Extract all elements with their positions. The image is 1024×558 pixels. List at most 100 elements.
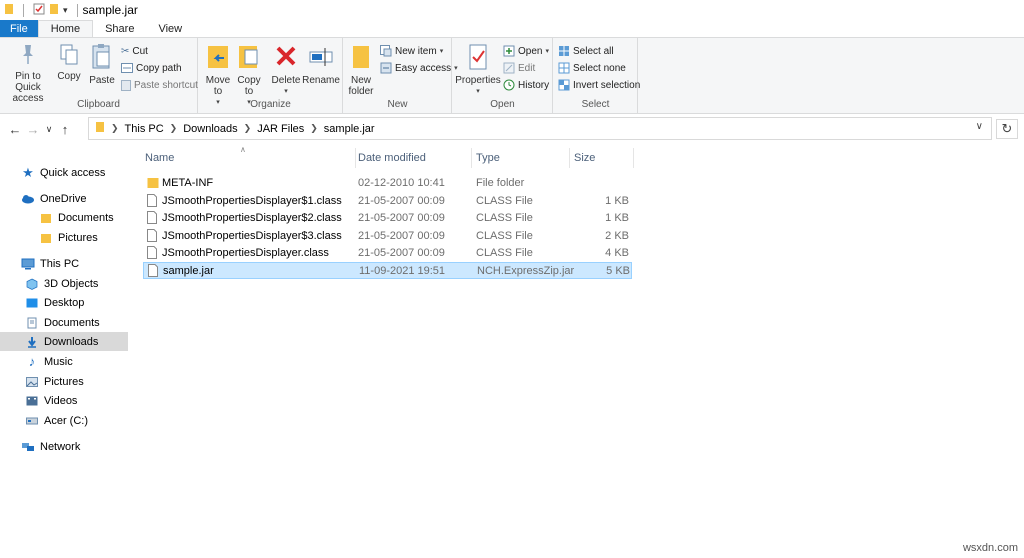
file-name: JSmoothPropertiesDisplayer$1.class <box>162 195 342 207</box>
column-header-type[interactable]: Type <box>474 148 569 168</box>
easy-access-button[interactable]: Easy access ▾ <box>380 61 458 75</box>
clipboard-group: Pin to Quick access Copy Paste ✂ Cut Cop… <box>0 38 198 114</box>
nav-quick-access[interactable]: ★ Quick access <box>0 163 128 182</box>
film-icon <box>24 394 40 408</box>
file-row[interactable]: sample.jar 11-09-2021 19:51 NCH.ExpressZ… <box>143 262 632 279</box>
file-row[interactable]: JSmoothPropertiesDisplayer.class 21-05-2… <box>143 245 632 262</box>
file-type: File folder <box>476 177 525 189</box>
column-divider[interactable] <box>633 148 634 168</box>
open-button[interactable]: Open ▾ <box>503 44 549 58</box>
properties-checkbox-icon[interactable] <box>33 3 45 18</box>
tab-file[interactable]: File <box>0 20 38 37</box>
nav-label: Music <box>44 355 73 368</box>
properties-button[interactable]: Properties ▾ <box>455 42 501 97</box>
breadcrumb-chevron-icon[interactable]: ❯ <box>111 123 119 134</box>
file-name: sample.jar <box>163 265 214 277</box>
ribbon-tabs: File Home Share View <box>0 20 1024 37</box>
forward-arrow-icon[interactable]: → <box>24 122 42 137</box>
invert-selection-button[interactable]: Invert selection <box>558 78 640 92</box>
new-item-button[interactable]: New item ▾ <box>380 44 443 58</box>
nav-network[interactable]: Network <box>0 437 128 456</box>
nav-label: Network <box>40 440 81 453</box>
breadcrumb-sample-jar[interactable]: sample.jar <box>324 123 375 135</box>
column-divider[interactable] <box>569 148 570 168</box>
new-folder-quick-icon[interactable] <box>49 3 59 18</box>
new-folder-button[interactable]: New folder <box>346 42 376 97</box>
nav-label: Documents <box>44 316 100 329</box>
file-row[interactable]: JSmoothPropertiesDisplayer$3.class 21-05… <box>143 228 632 245</box>
back-arrow-icon[interactable]: ← <box>6 122 24 137</box>
address-folder-icon <box>95 121 105 136</box>
select-none-button[interactable]: Select none <box>558 61 626 75</box>
select-all-icon <box>559 46 569 56</box>
select-all-button[interactable]: Select all <box>558 44 614 58</box>
folder-icon <box>147 178 159 188</box>
breadcrumb-chevron-icon[interactable]: ❯ <box>310 123 318 134</box>
file-size: 1 KB <box>605 195 629 207</box>
nav-onedrive[interactable]: OneDrive <box>0 189 128 208</box>
easy-access-icon <box>380 62 392 74</box>
tab-view[interactable]: View <box>146 20 194 37</box>
breadcrumb-jar-files[interactable]: JAR Files <box>257 123 304 135</box>
cube-icon <box>24 277 40 291</box>
organize-group: Move to ▾ Copy to ▾ Delete ▾ Rename Orga… <box>199 38 343 114</box>
nav-onedrive-documents[interactable]: Documents <box>0 208 128 227</box>
clipboard-group-label: Clipboard <box>77 99 120 110</box>
copy-path-button[interactable]: Copy path <box>121 61 182 75</box>
nav-desktop[interactable]: Desktop <box>0 293 128 312</box>
paste-button[interactable]: Paste <box>88 42 116 86</box>
nav-onedrive-pictures[interactable]: Pictures <box>0 228 128 247</box>
file-row[interactable]: JSmoothPropertiesDisplayer$1.class 21-05… <box>143 193 632 210</box>
customize-dropdown-icon[interactable]: ▾ <box>63 5 68 16</box>
edit-button[interactable]: Edit <box>503 61 535 75</box>
pin-to-quick-access-button[interactable]: Pin to Quick access <box>4 42 52 104</box>
file-row[interactable]: META-INF 02-12-2010 10:41 File folder <box>143 175 632 192</box>
nav-this-pc[interactable]: This PC <box>0 254 128 273</box>
paste-shortcut-button[interactable]: Paste shortcut <box>121 78 198 92</box>
nav-music[interactable]: ♪ Music <box>0 352 128 371</box>
cut-button[interactable]: ✂ Cut <box>121 44 148 58</box>
breadcrumb-chevron-icon[interactable]: ❯ <box>244 123 252 134</box>
nav-label: This PC <box>40 257 80 270</box>
file-row[interactable]: JSmoothPropertiesDisplayer$2.class 21-05… <box>143 210 632 227</box>
address-bar[interactable]: ❯ This PC ❯ Downloads ❯ JAR Files ❯ samp… <box>88 117 992 140</box>
column-header-date[interactable]: Date modified <box>356 148 471 168</box>
history-button[interactable]: History <box>503 78 549 92</box>
up-arrow-icon[interactable]: ↑ <box>56 122 74 137</box>
nav-documents[interactable]: Documents <box>0 313 128 332</box>
file-name: JSmoothPropertiesDisplayer$3.class <box>162 230 342 242</box>
refresh-icon[interactable]: ↻ <box>996 119 1018 139</box>
address-dropdown-icon[interactable]: ∨ <box>976 121 983 132</box>
computer-icon <box>20 257 36 271</box>
select-none-label: Select none <box>573 62 626 74</box>
tab-share[interactable]: Share <box>93 20 146 37</box>
rename-button[interactable]: Rename <box>302 42 340 86</box>
column-header-name[interactable]: Name <box>143 148 355 168</box>
column-header-size[interactable]: Size <box>572 148 632 168</box>
file-icon <box>147 194 157 207</box>
delete-button[interactable]: Delete ▾ <box>271 42 301 97</box>
copy-path-icon <box>121 63 133 73</box>
breadcrumb-downloads[interactable]: Downloads <box>183 123 237 135</box>
file-size: 2 KB <box>605 230 629 242</box>
pictures-icon <box>24 375 40 389</box>
divider <box>23 3 24 17</box>
navigation-pane: ★ Quick access OneDrive Documents Pictur… <box>0 150 130 550</box>
breadcrumb-chevron-icon[interactable]: ❯ <box>170 123 178 134</box>
open-group-label: Open <box>490 99 515 110</box>
copy-to-label: Copy to <box>237 75 261 97</box>
column-divider[interactable] <box>471 148 472 168</box>
paste-label: Paste <box>89 75 115 86</box>
copy-button[interactable]: Copy <box>56 42 82 82</box>
nav-downloads[interactable]: Downloads <box>0 332 128 351</box>
tab-home[interactable]: Home <box>37 20 94 37</box>
file-name: JSmoothPropertiesDisplayer.class <box>162 247 329 259</box>
nav-3d-objects[interactable]: 3D Objects <box>0 274 128 293</box>
nav-pictures[interactable]: Pictures <box>0 372 128 391</box>
nav-acer-drive[interactable]: Acer (C:) <box>0 411 128 430</box>
breadcrumb-this-pc[interactable]: This PC <box>125 123 164 135</box>
file-date: 21-05-2007 00:09 <box>358 247 445 259</box>
recent-locations-chevron-icon[interactable]: ∨ <box>42 124 56 135</box>
rename-icon <box>309 48 333 66</box>
nav-videos[interactable]: Videos <box>0 391 128 410</box>
